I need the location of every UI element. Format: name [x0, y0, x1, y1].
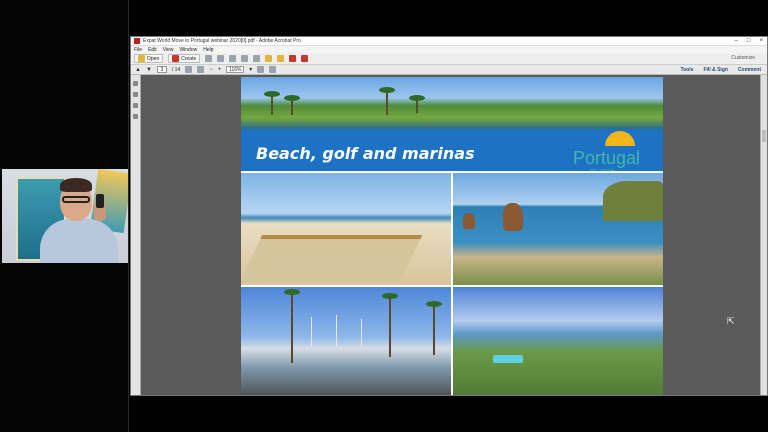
- palm-tree: [382, 293, 398, 357]
- open-button[interactable]: Open: [134, 54, 164, 63]
- portugal-logo-sub: visit · portugal: [589, 167, 614, 172]
- coastal-cliffs-photo: [453, 287, 663, 395]
- marina-photo: [241, 287, 451, 395]
- page-thumbnails-icon[interactable]: [133, 81, 138, 86]
- rock: [503, 203, 523, 231]
- select-tool-icon[interactable]: [185, 66, 193, 73]
- sign-icon[interactable]: [301, 55, 309, 62]
- tools-link[interactable]: Tools: [681, 67, 694, 73]
- presenter-hair: [60, 178, 92, 192]
- menu-file[interactable]: File: [134, 47, 142, 53]
- stamp-icon[interactable]: [277, 55, 285, 62]
- chevron-down-icon[interactable]: ▾: [249, 66, 252, 73]
- golf-course-photo: [241, 77, 663, 129]
- navigation-bar: ▲ ▼ 3 / 14 − + 116% ▾ Tools Fill & Sign …: [131, 65, 767, 75]
- create-pdf-icon: [172, 55, 180, 62]
- swimming-pool: [493, 355, 523, 363]
- presenter-glasses: [62, 196, 90, 203]
- document-viewport[interactable]: Beach, golf and marinas Portugal visit ·…: [141, 75, 760, 395]
- settings-icon[interactable]: [253, 55, 261, 62]
- webcam-video: [2, 169, 128, 263]
- boat-mast: [311, 317, 312, 347]
- fit-width-icon[interactable]: [269, 66, 277, 73]
- palm-tree: [264, 91, 280, 115]
- acrobat-window: Expat World Move to Portugal webinar 202…: [130, 36, 768, 396]
- phone-icon: [96, 194, 104, 208]
- page-number-input[interactable]: 3: [156, 66, 167, 73]
- palm-tree: [284, 289, 300, 363]
- navigation-pane: [131, 75, 141, 395]
- palm-tree: [409, 95, 425, 113]
- slide-title: Beach, golf and marinas: [256, 144, 475, 163]
- rocky-cove-photo: [453, 173, 663, 285]
- up-arrow-icon[interactable]: ▲: [135, 67, 141, 73]
- vertical-scrollbar[interactable]: [760, 75, 767, 395]
- attachments-icon[interactable]: [133, 103, 138, 108]
- minus-icon[interactable]: −: [209, 67, 213, 73]
- email-icon[interactable]: [229, 55, 237, 62]
- boardwalk: [241, 235, 423, 283]
- comment-icon[interactable]: [265, 55, 273, 62]
- acrobat-logo-icon: [134, 38, 140, 44]
- maximize-button[interactable]: □: [747, 38, 751, 44]
- pdf-page: Beach, golf and marinas Portugal visit ·…: [241, 77, 663, 395]
- close-button[interactable]: ×: [759, 38, 763, 44]
- minimize-button[interactable]: –: [735, 38, 738, 44]
- edit-icon[interactable]: [241, 55, 249, 62]
- palm-tree: [284, 95, 300, 115]
- boat-mast: [336, 315, 337, 347]
- cliff: [603, 181, 663, 221]
- palm-tree: [379, 87, 395, 115]
- toolbar: Open Create Customize: [131, 53, 767, 65]
- palm-tree: [426, 301, 442, 355]
- customize-dropdown[interactable]: Customize: [731, 55, 755, 61]
- portugal-logo-text: Portugal: [573, 148, 641, 168]
- bookmarks-icon[interactable]: [133, 92, 138, 97]
- export-icon[interactable]: [289, 55, 297, 62]
- fit-page-icon[interactable]: [257, 66, 265, 73]
- menu-help[interactable]: Help: [203, 47, 213, 53]
- open-label: Open: [147, 55, 160, 62]
- presenter-body: [40, 219, 118, 263]
- print-icon[interactable]: [217, 55, 225, 62]
- zoom-input[interactable]: 116%: [226, 66, 245, 73]
- create-button[interactable]: Create: [168, 54, 201, 63]
- mouse-cursor-icon: ⇱: [727, 316, 735, 326]
- down-arrow-icon[interactable]: ▼: [146, 67, 152, 73]
- plus-icon[interactable]: +: [218, 67, 222, 73]
- hand-tool-icon[interactable]: [197, 66, 205, 73]
- menu-view[interactable]: View: [163, 47, 174, 53]
- page-total: / 14: [171, 66, 181, 73]
- menu-window[interactable]: Window: [179, 47, 197, 53]
- window-title: Expat World Move to Portugal webinar 202…: [143, 38, 301, 44]
- fill-sign-link[interactable]: Fill & Sign: [703, 67, 727, 73]
- scroll-thumb[interactable]: [762, 130, 766, 142]
- boat-mast: [361, 319, 362, 347]
- save-icon[interactable]: [205, 55, 213, 62]
- menu-bar: File Edit View Window Help: [131, 46, 767, 53]
- signatures-icon[interactable]: [133, 114, 138, 119]
- rock: [463, 213, 475, 229]
- comment-link[interactable]: Comment: [738, 67, 761, 73]
- create-label: Create: [181, 55, 197, 62]
- beach-boardwalk-photo: [241, 173, 451, 285]
- folder-icon: [138, 55, 145, 62]
- title-bar: Expat World Move to Portugal webinar 202…: [131, 37, 767, 46]
- menu-edit[interactable]: Edit: [148, 47, 157, 53]
- webcam-panel: [0, 0, 129, 432]
